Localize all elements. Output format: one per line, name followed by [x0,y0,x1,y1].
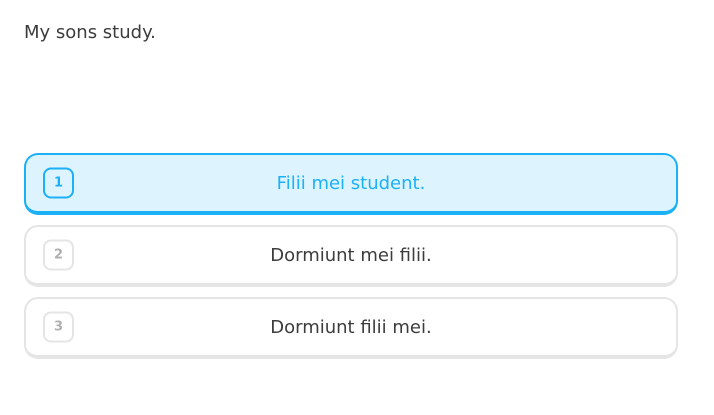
choice-number-badge: 1 [43,167,74,199]
choice-number-badge: 3 [43,311,74,343]
choice-3[interactable]: 3 Dormiunt filii mei. [24,297,678,359]
choice-1[interactable]: 1 Filii mei student. [24,153,678,215]
choice-label: Dormiunt filii mei. [270,316,432,338]
prompt-text: My sons study. [24,22,156,43]
choice-2[interactable]: 2 Dormiunt mei filii. [24,225,678,287]
choice-label: Dormiunt mei filii. [270,244,432,266]
choice-number-badge: 2 [43,239,74,271]
answer-choices: 1 Filii mei student. 2 Dormiunt mei fili… [24,153,678,369]
choice-label: Filii mei student. [276,172,426,194]
